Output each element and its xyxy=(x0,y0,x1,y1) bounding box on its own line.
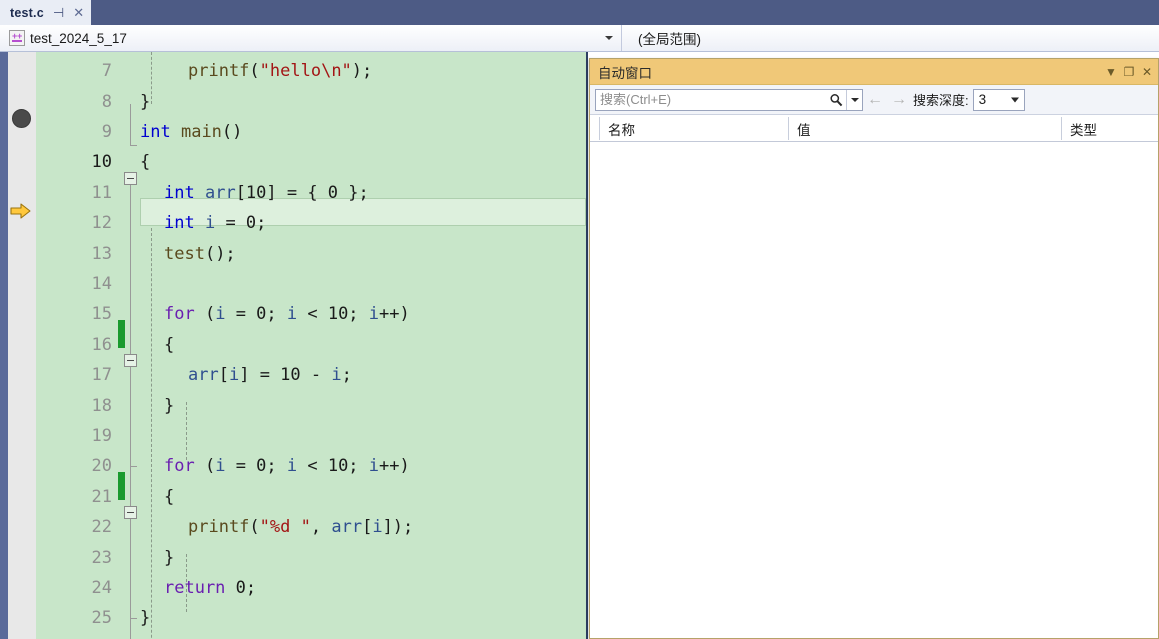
code-line-22[interactable]: 22 printf("%d ", arr[i]); xyxy=(0,512,586,542)
code-line-14[interactable]: 14 xyxy=(0,269,586,299)
column-header-type[interactable]: 类型 xyxy=(1062,115,1159,142)
code-line-19[interactable]: 19 xyxy=(0,421,586,451)
line-code: for (i = 0; i < 10; i++) xyxy=(164,304,410,325)
line-code: printf("%d ", arr[i]); xyxy=(188,517,414,538)
code-line-15[interactable]: 15 for (i = 0; i < 10; i++) xyxy=(0,299,586,329)
line-number: 18 xyxy=(91,395,112,416)
line-number: 8 xyxy=(101,91,112,112)
line-number: 20 xyxy=(91,456,112,477)
search-input[interactable] xyxy=(596,89,826,110)
line-code: arr[i] = 10 - i; xyxy=(188,365,352,386)
line-code: { xyxy=(164,486,175,507)
line-number: 14 xyxy=(91,273,112,294)
line-code: int arr[10] = { 0 }; xyxy=(164,182,369,203)
line-code: { xyxy=(140,152,151,173)
column-divider[interactable] xyxy=(599,117,600,140)
line-code: } xyxy=(164,395,175,416)
line-number: 12 xyxy=(91,213,112,234)
line-number: 24 xyxy=(91,577,112,598)
code-line-18[interactable]: 18} xyxy=(0,390,586,420)
line-code: int main() xyxy=(140,121,243,142)
line-code: { xyxy=(164,334,175,355)
chevron-down-icon[interactable] xyxy=(605,36,613,40)
search-depth-combobox[interactable]: 3 xyxy=(972,88,1025,111)
line-code: test(); xyxy=(164,243,236,264)
column-header-name[interactable]: 名称 xyxy=(600,115,788,142)
pin-icon[interactable]: ⊣ xyxy=(53,6,64,19)
line-code: printf("hello\n"); xyxy=(188,61,373,82)
code-line-25[interactable]: 25} xyxy=(0,603,586,633)
line-number: 16 xyxy=(91,334,112,355)
line-number: 21 xyxy=(91,486,112,507)
code-line-11[interactable]: 11 int arr[10] = { 0 }; xyxy=(0,178,586,208)
editor-tab-strip: test.c ⊣ ✕ xyxy=(0,0,1159,25)
code-line-8[interactable]: 8} xyxy=(0,86,586,116)
line-number: 9 xyxy=(101,121,112,142)
search-depth-value: 3 xyxy=(978,92,987,107)
code-line-13[interactable]: 13 test(); xyxy=(0,238,586,268)
search-depth-label: 搜索深度: xyxy=(913,93,969,108)
code-line-16[interactable]: 16 { xyxy=(0,330,586,360)
autos-column-headers: 名称 值 类型 xyxy=(590,115,1158,142)
line-number: 11 xyxy=(91,182,112,203)
search-icon[interactable] xyxy=(826,93,846,107)
code-line-17[interactable]: 17 arr[i] = 10 - i; xyxy=(0,360,586,390)
dock-window-icon[interactable]: ❐ xyxy=(1120,61,1138,83)
line-number: 13 xyxy=(91,243,112,264)
search-options-dropdown-icon[interactable] xyxy=(846,89,862,110)
close-window-icon[interactable]: ✕ xyxy=(1138,61,1156,83)
autos-titlebar[interactable]: 自动窗口 ▼ ❐ ✕ xyxy=(590,59,1158,85)
autos-window[interactable]: 自动窗口 ▼ ❐ ✕ ← → 搜索深度: 3 名称 xyxy=(589,58,1159,639)
scope-dropdown-member[interactable]: (全局范围) xyxy=(622,25,1159,51)
autos-toolbar: ← → 搜索深度: 3 xyxy=(590,85,1158,115)
close-icon[interactable]: ✕ xyxy=(73,6,84,19)
code-line-24[interactable]: 24 return 0; xyxy=(0,573,586,603)
code-line-12[interactable]: 12 int i = 0; xyxy=(0,208,586,238)
tab-label: test.c xyxy=(10,5,44,20)
tab-test-c[interactable]: test.c ⊣ ✕ xyxy=(0,0,92,25)
line-code: } xyxy=(140,608,151,629)
search-forward-icon[interactable]: → xyxy=(887,89,911,111)
chevron-down-icon[interactable] xyxy=(1010,97,1019,102)
line-code: int i = 0; xyxy=(164,213,267,234)
project-scope-label: test_2024_5_17 xyxy=(30,30,127,46)
code-line-10[interactable]: 10 { xyxy=(0,147,586,177)
code-line-7[interactable]: 7 printf("hello\n"); xyxy=(0,56,586,86)
line-number: 15 xyxy=(91,304,112,325)
line-number: 10 xyxy=(91,152,112,173)
line-code: return 0; xyxy=(164,577,257,598)
line-code: } xyxy=(140,91,151,112)
autos-rows-container[interactable] xyxy=(590,142,1158,638)
column-header-value[interactable]: 值 xyxy=(789,115,1061,142)
line-code: } xyxy=(164,547,175,568)
line-number: 17 xyxy=(91,365,112,386)
line-number: 19 xyxy=(91,425,112,446)
scope-dropdown-project[interactable]: + + test_2024_5_17 xyxy=(0,25,622,51)
search-back-icon[interactable]: ← xyxy=(863,89,887,111)
cpp-project-icon: + + xyxy=(9,30,25,46)
navigation-bar: + + test_2024_5_17 (全局范围) xyxy=(0,25,1159,52)
line-number: 22 xyxy=(91,517,112,538)
line-code: for (i = 0; i < 10; i++) xyxy=(164,456,410,477)
autos-title-label: 自动窗口 xyxy=(598,65,652,81)
code-line-23[interactable]: 23} xyxy=(0,542,586,572)
window-menu-dropdown-icon[interactable]: ▼ xyxy=(1102,61,1120,83)
line-number: 25 xyxy=(91,608,112,629)
autos-window-buttons: ▼ ❐ ✕ xyxy=(1102,59,1156,85)
line-number: 7 xyxy=(101,61,112,82)
code-line-20[interactable]: 20 for (i = 0; i < 10; i++) xyxy=(0,451,586,481)
code-line-9[interactable]: 9 int main() xyxy=(0,117,586,147)
code-line-21[interactable]: 21 { xyxy=(0,482,586,512)
search-box[interactable] xyxy=(595,88,863,111)
member-scope-label: (全局范围) xyxy=(638,32,701,47)
line-number: 23 xyxy=(91,547,112,568)
